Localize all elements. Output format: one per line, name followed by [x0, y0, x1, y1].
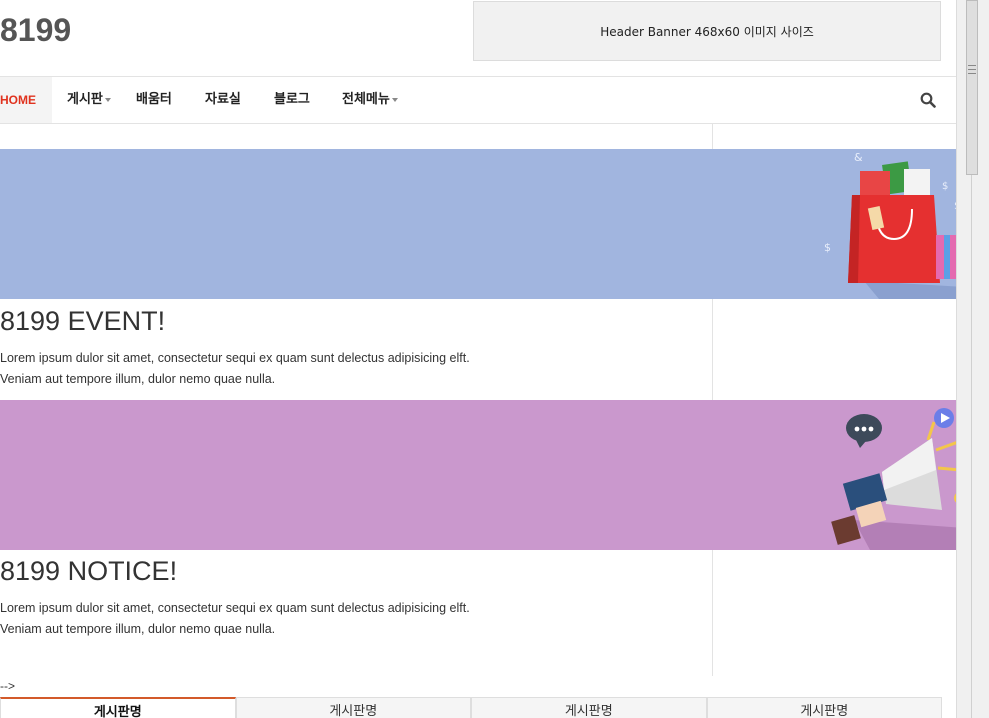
- nav-item-archive[interactable]: 자료실: [205, 77, 241, 123]
- post-excerpt: Lorem ipsum dulor sit amet, consectetur …: [0, 598, 470, 640]
- board-tabs: 게시판명 게시판명 게시판명 게시판명: [0, 697, 942, 718]
- nav-item-label: 게시판: [67, 92, 103, 107]
- grip-icon: [968, 65, 976, 74]
- tab-board-3[interactable]: 게시판명: [471, 697, 707, 718]
- post-excerpt-line: Lorem ipsum dulor sit amet, consectetur …: [0, 601, 470, 615]
- nav-item-learning[interactable]: 배움터: [136, 77, 172, 123]
- nav-item-board[interactable]: 게시판: [67, 77, 111, 123]
- nav-item-label: 자료실: [205, 92, 241, 107]
- shopping-bag-icon: & $ $ $: [824, 151, 956, 299]
- search-icon[interactable]: [920, 92, 936, 108]
- megaphone-icon: [831, 408, 956, 550]
- svg-text:&: &: [854, 151, 863, 164]
- event-banner[interactable]: & $ $ $: [0, 149, 956, 299]
- site-title[interactable]: 8199: [0, 12, 71, 49]
- vertical-scrollbar[interactable]: [956, 0, 989, 718]
- post-excerpt: Lorem ipsum dulor sit amet, consectetur …: [0, 348, 470, 390]
- nav-item-label: 배움터: [136, 92, 172, 107]
- tab-board-1[interactable]: 게시판명: [0, 697, 236, 718]
- page: 8199 Header Banner 468x60 이미지 사이즈 HOME 게…: [0, 0, 956, 718]
- post-excerpt-line: Lorem ipsum dulor sit amet, consectetur …: [0, 351, 470, 365]
- post-title[interactable]: 8199 EVENT!: [0, 306, 165, 337]
- nav-item-label: 블로그: [274, 92, 310, 107]
- tab-board-2[interactable]: 게시판명: [235, 697, 471, 718]
- scroll-thumb[interactable]: [966, 0, 978, 175]
- nav-item-blog[interactable]: 블로그: [274, 77, 310, 123]
- caret-down-icon: [391, 97, 398, 102]
- post-title[interactable]: 8199 NOTICE!: [0, 556, 177, 587]
- caret-down-icon: [104, 97, 111, 102]
- tab-board-4[interactable]: 게시판명: [706, 697, 942, 718]
- nav-item-label: HOME: [0, 93, 36, 107]
- nav-item-label: 전체메뉴: [342, 92, 390, 107]
- header-banner-text: Header Banner 468x60 이미지 사이즈: [600, 24, 814, 39]
- nav-item-home[interactable]: HOME: [0, 77, 52, 123]
- main-nav: HOME 게시판 배움터 자료실 블로그 전체메뉴: [0, 76, 956, 124]
- stray-comment-text: -->: [0, 679, 15, 693]
- svg-text:$: $: [824, 241, 831, 254]
- post-excerpt-line: Veniam aut tempore illum, dulor nemo qua…: [0, 622, 276, 636]
- nav-item-all-menu[interactable]: 전체메뉴: [342, 77, 398, 123]
- notice-banner[interactable]: [0, 400, 956, 550]
- svg-text:$: $: [942, 181, 948, 192]
- post-excerpt-line: Veniam aut tempore illum, dulor nemo qua…: [0, 372, 276, 386]
- header-banner[interactable]: Header Banner 468x60 이미지 사이즈: [473, 1, 941, 61]
